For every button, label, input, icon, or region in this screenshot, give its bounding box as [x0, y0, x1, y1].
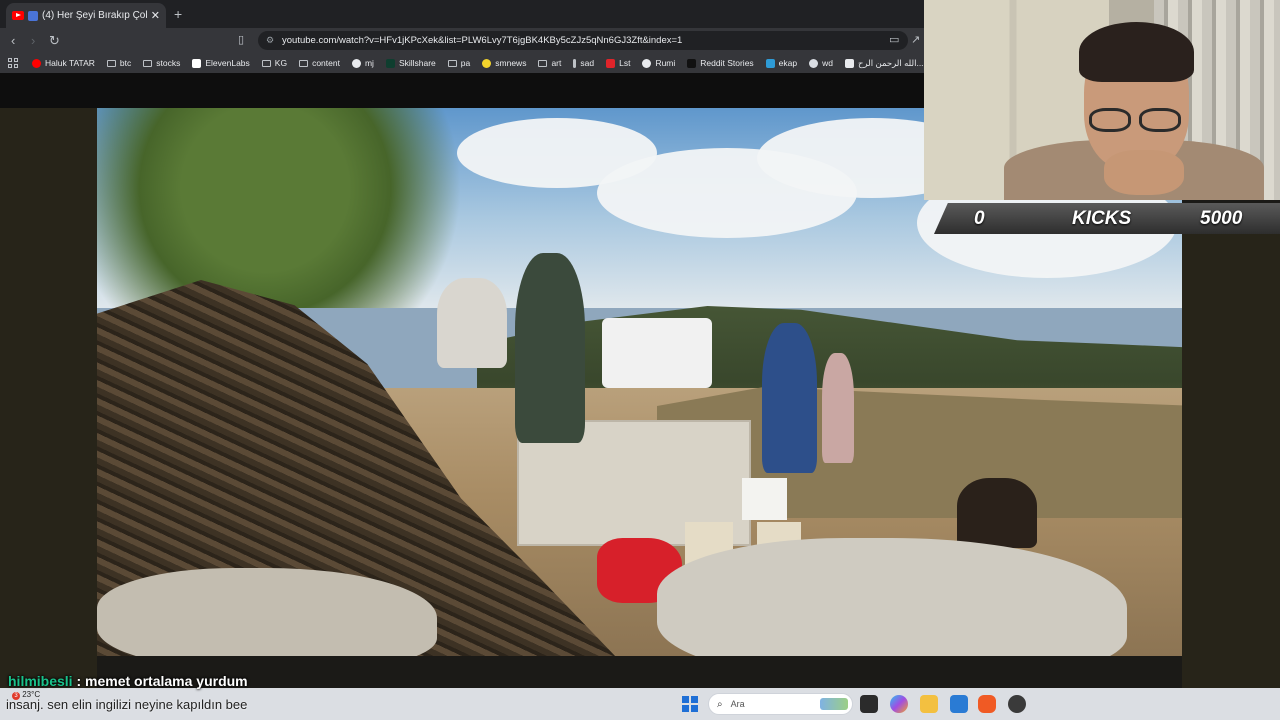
chat-message: hilmibesli : memet ortalama yurdum: [8, 673, 248, 689]
extension-icon[interactable]: ↗: [911, 33, 920, 46]
video-person-man: [437, 278, 507, 368]
globe-icon: [642, 58, 652, 68]
address-bar: ‹ › ↻ ▯ ⚙ youtube.com/watch?v=HFv1jKPcXe…: [0, 28, 924, 53]
webcam-hand: [1104, 150, 1184, 195]
chat-text: : memet ortalama yurdum: [76, 673, 248, 689]
youtube-icon: [32, 58, 41, 68]
apps-icon[interactable]: [8, 58, 18, 68]
webcam-glasses: [1089, 108, 1185, 134]
bookmark-art[interactable]: art: [532, 58, 567, 68]
bookmark-mj[interactable]: mj: [346, 58, 380, 68]
bookmark-stocks[interactable]: stocks: [137, 58, 186, 68]
screen-cast-icon[interactable]: ▭: [889, 33, 899, 46]
ekap-icon: [765, 58, 775, 68]
bookmark-haluk[interactable]: Haluk TATAR: [26, 58, 101, 68]
bookmark-elevenlabs[interactable]: ElevenLabs: [186, 58, 255, 68]
webcam-feed: [924, 0, 1280, 200]
bookmark-pa[interactable]: pa: [442, 58, 476, 68]
bookmark-btc[interactable]: btc: [101, 58, 137, 68]
bookmark-skillshare[interactable]: Skillshare: [380, 58, 442, 68]
stream-left-panel: [0, 78, 97, 688]
bookmark-arabic[interactable]: الله الرحمن الرح...: [839, 58, 924, 69]
page-top-area: [0, 73, 924, 108]
video-bucket: [742, 478, 787, 520]
github-icon: [351, 58, 361, 68]
s-logo-icon: [606, 58, 616, 68]
kicks-counter: 0 KICKS 5000: [934, 203, 1280, 234]
bookmark-rumi[interactable]: Rumi: [636, 58, 681, 68]
webcam-hair: [1079, 22, 1194, 82]
wd-icon: [809, 58, 819, 68]
back-icon[interactable]: ‹: [11, 33, 15, 48]
url-text: youtube.com/watch?v=HFv1jKPcXek&list=PLW…: [282, 35, 683, 46]
chat-message-secondary: insanj. sen elin ingilizi neyine kapıldı…: [6, 697, 248, 712]
tab-youtube[interactable]: (4) Her Şeyi Bırakıp Çoban Ol... ✕: [6, 3, 166, 28]
new-tab-button[interactable]: +: [174, 6, 182, 22]
tab-title: (4) Her Şeyi Bırakıp Çoban Ol...: [42, 10, 147, 21]
folder-icon: [447, 59, 457, 67]
bookmark-sad[interactable]: sad: [567, 58, 600, 68]
chat-username: hilmibesli: [8, 673, 73, 689]
bookmark-wd[interactable]: wd: [803, 58, 839, 68]
skillshare-icon: [385, 58, 395, 68]
kicks-goal: 5000: [1200, 207, 1243, 229]
browser-window: (4) Her Şeyi Bırakıp Çoban Ol... ✕ + ‹ ›…: [0, 0, 924, 108]
bookmark-kg[interactable]: KG: [256, 58, 293, 68]
url-field[interactable]: ⚙ youtube.com/watch?v=HFv1jKPcXek&list=P…: [258, 31, 908, 50]
forward-icon[interactable]: ›: [31, 33, 35, 48]
tab-bar: (4) Her Şeyi Bırakıp Çoban Ol... ✕ +: [0, 0, 924, 28]
folder-icon: [143, 59, 153, 67]
folder-icon: [538, 59, 548, 67]
bookmark-icon[interactable]: ▯: [238, 33, 244, 46]
close-tab-icon[interactable]: ✕: [151, 9, 160, 22]
playlist-icon: [28, 10, 38, 21]
bookmarks-bar: Haluk TATAR btc stocks ElevenLabs KG con…: [0, 53, 924, 73]
kicks-current: 0: [974, 207, 985, 229]
video-tree: [97, 108, 517, 308]
video-person-child: [822, 353, 854, 463]
slash-icon: [573, 58, 577, 68]
elevenlabs-icon: [192, 58, 202, 68]
video-person-boy: [762, 323, 817, 473]
d-logo-icon: [687, 58, 697, 68]
youtube-icon: [12, 11, 24, 20]
folder-icon: [299, 59, 309, 67]
video-person-woman: [515, 253, 585, 443]
site-info-icon[interactable]: ⚙: [266, 31, 274, 50]
smiley-icon: [482, 58, 492, 68]
video-person-kneeling: [957, 478, 1037, 548]
page-icon: [844, 58, 854, 68]
bookmark-reddit[interactable]: Reddit Stories: [681, 58, 759, 68]
folder-icon: [106, 59, 116, 67]
bookmark-smnews[interactable]: smnews: [476, 58, 532, 68]
bookmark-ekap[interactable]: ekap: [760, 58, 803, 68]
kicks-label: KICKS: [1072, 207, 1132, 229]
bookmark-lst[interactable]: Lst: [600, 58, 636, 68]
folder-icon: [261, 59, 271, 67]
reload-icon[interactable]: ↻: [49, 33, 60, 49]
stream-right-panel: [1182, 234, 1280, 688]
bookmark-content[interactable]: content: [293, 58, 346, 68]
video-truck: [602, 318, 712, 388]
